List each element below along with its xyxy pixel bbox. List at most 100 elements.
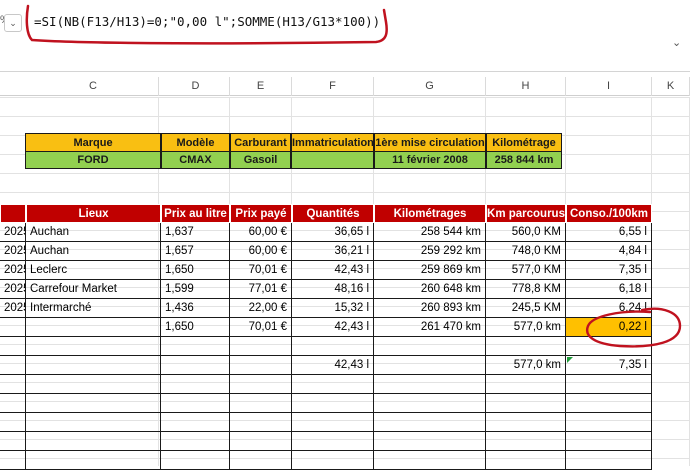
info-value-cell[interactable]: FORD [25,151,161,169]
table-cell-date[interactable] [0,375,26,394]
table-header-prix_paye[interactable]: Prix payé [230,204,292,223]
table-cell-km[interactable] [374,375,486,394]
info-value-cell[interactable] [291,151,374,169]
table-cell-prix_paye[interactable] [230,375,292,394]
column-header-f[interactable]: F [292,77,374,96]
table-cell-conso[interactable]: 4,84 l [566,242,652,261]
table-cell-conso[interactable] [566,394,652,413]
table-cell-prix_litre[interactable] [161,413,230,432]
table-cell-km[interactable]: 260 648 km [374,280,486,299]
column-header-d[interactable]: D [162,77,230,96]
table-cell-prix_litre[interactable] [161,394,230,413]
table-cell-prix_paye[interactable] [230,413,292,432]
info-header-cell[interactable]: Carburant [230,133,291,152]
table-cell-date[interactable] [0,337,26,356]
table-cell-date[interactable]: 2025 [0,299,26,318]
table-cell-lieu[interactable]: Intermarché [26,299,161,318]
table-cell-quantite[interactable] [292,337,374,356]
table-cell-prix_paye[interactable]: 70,01 € [230,261,292,280]
table-cell-prix_litre[interactable]: 1,436 [161,299,230,318]
table-cell-prix_litre[interactable] [161,375,230,394]
table-cell-lieu[interactable]: Auchan [26,242,161,261]
table-header-lieu[interactable]: Lieux [26,204,161,223]
table-cell-parcourus[interactable] [486,394,566,413]
table-cell-parcourus[interactable]: 245,5 KM [486,299,566,318]
info-value-cell[interactable]: CMAX [161,151,230,169]
table-cell-parcourus[interactable]: 778,8 KM [486,280,566,299]
table-cell-prix_paye[interactable] [230,451,292,470]
table-cell-date[interactable]: 2025 [0,242,26,261]
column-header-c[interactable]: C [28,77,159,96]
table-header-prix_litre[interactable]: Prix au litre [161,204,230,223]
table-cell-quantite[interactable]: 42,43 l [292,261,374,280]
table-cell-date[interactable]: 2025 [0,280,26,299]
table-cell-parcourus[interactable]: 577,0 KM [486,261,566,280]
table-cell-parcourus[interactable] [486,337,566,356]
table-cell-parcourus[interactable] [486,451,566,470]
table-cell-prix_litre[interactable]: 1,657 [161,242,230,261]
table-cell-km[interactable]: 259 292 km [374,242,486,261]
table-cell-conso[interactable]: 6,55 l [566,223,652,242]
table-cell-km[interactable] [374,394,486,413]
table-cell-km[interactable]: 261 470 km [374,318,486,337]
expand-formula-bar-icon[interactable]: ⌄ [672,36,681,49]
table-cell-lieu[interactable]: Auchan [26,223,161,242]
table-cell-conso[interactable]: 7,35 l [566,261,652,280]
table-header-parcourus[interactable]: Km parcourus [486,204,566,223]
table-cell-date[interactable] [0,413,26,432]
table-cell-quantite[interactable] [292,432,374,451]
table-header-quantite[interactable]: Quantités [292,204,374,223]
table-cell-date[interactable] [0,356,26,375]
table-cell-date[interactable] [0,432,26,451]
table-cell-parcourus[interactable] [486,375,566,394]
table-cell-prix_paye[interactable] [230,432,292,451]
table-cell-lieu[interactable] [26,432,161,451]
table-cell-km[interactable] [374,356,486,375]
info-header-cell[interactable]: Kilométrage [486,133,562,152]
table-cell-lieu[interactable] [26,337,161,356]
table-cell-quantite[interactable]: 36,65 l [292,223,374,242]
table-cell-date[interactable]: 2025 [0,261,26,280]
table-cell-lieu[interactable]: Leclerc [26,261,161,280]
table-cell-lieu[interactable] [26,318,161,337]
info-header-cell[interactable]: 1ère mise circulation [374,133,486,152]
table-cell-prix_paye[interactable]: 60,00 € [230,223,292,242]
table-cell-quantite[interactable]: 42,43 l [292,318,374,337]
table-cell-prix_paye[interactable]: 60,00 € [230,242,292,261]
column-header-k[interactable]: K [652,77,690,96]
table-cell-km[interactable] [374,337,486,356]
table-cell-quantite[interactable] [292,451,374,470]
table-cell-conso[interactable]: 6,18 l [566,280,652,299]
table-cell-lieu[interactable]: Carrefour Market [26,280,161,299]
table-cell-prix_paye[interactable] [230,337,292,356]
table-cell-date[interactable] [0,318,26,337]
table-cell-quantite[interactable]: 48,16 l [292,280,374,299]
table-cell-parcourus[interactable]: 560,0 KM [486,223,566,242]
table-cell-km[interactable] [374,413,486,432]
info-header-cell[interactable]: Immatriculation [291,133,374,152]
table-cell-prix_litre[interactable] [161,432,230,451]
info-header-cell[interactable]: Modèle [161,133,230,152]
table-cell-prix_litre[interactable]: 1,650 [161,318,230,337]
table-cell-prix_paye[interactable]: 70,01 € [230,318,292,337]
column-header-e[interactable]: E [230,77,292,96]
table-cell-km[interactable]: 258 544 km [374,223,486,242]
table-cell-parcourus[interactable] [486,413,566,432]
table-cell-quantite[interactable]: 42,43 l [292,356,374,375]
table-cell-lieu[interactable] [26,394,161,413]
table-cell-prix_litre[interactable]: 1,650 [161,261,230,280]
table-cell-prix_paye[interactable] [230,394,292,413]
table-cell-conso[interactable] [566,375,652,394]
table-cell-parcourus[interactable] [486,432,566,451]
table-cell-km[interactable] [374,451,486,470]
table-cell-conso[interactable] [566,413,652,432]
table-cell-prix_litre[interactable]: 1,599 [161,280,230,299]
table-cell-lieu[interactable] [26,451,161,470]
table-cell-prix_paye[interactable] [230,356,292,375]
error-indicator-icon[interactable] [567,357,575,365]
table-cell-parcourus[interactable]: 577,0 km [486,356,566,375]
table-cell-date[interactable] [0,394,26,413]
column-header-g[interactable]: G [374,77,486,96]
table-cell-lieu[interactable] [26,356,161,375]
table-cell-quantite[interactable] [292,375,374,394]
